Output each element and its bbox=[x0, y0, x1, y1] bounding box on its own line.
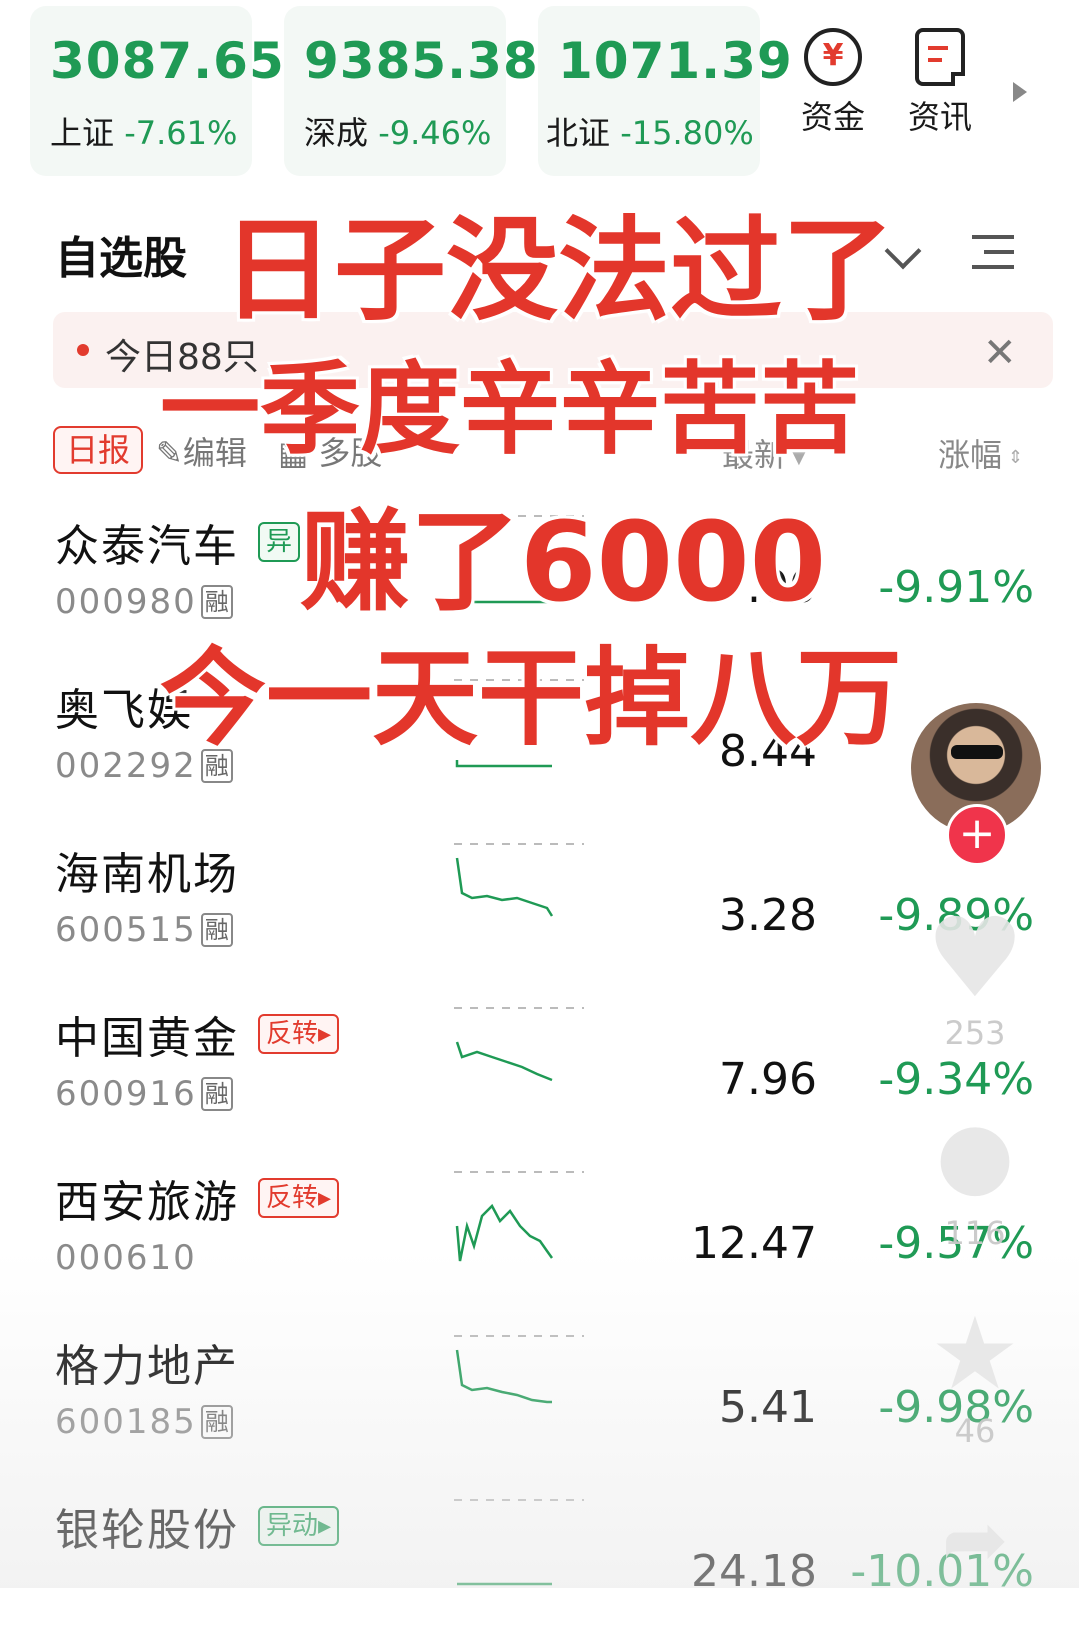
stock-code: 000610 bbox=[55, 1238, 197, 1278]
intraday-sparkline bbox=[454, 1499, 584, 1586]
stock-name: 海南机场 bbox=[55, 849, 239, 900]
sparkline-path bbox=[455, 857, 554, 917]
stock-change: -9.34% bbox=[878, 1054, 1034, 1105]
caption-line-1: 日子没法过了 bbox=[222, 206, 894, 336]
stock-tag-badge[interactable]: 反转▸ bbox=[258, 1178, 340, 1218]
sparkline-path bbox=[455, 1349, 552, 1404]
watchlist-title[interactable]: 自选股 bbox=[55, 222, 187, 286]
index-value: 9385.38 bbox=[304, 32, 539, 90]
index-value: 1071.39 bbox=[558, 32, 793, 90]
column-change[interactable]: 涨幅 ⇕ bbox=[938, 430, 1023, 476]
index-name: 深成 bbox=[304, 114, 369, 152]
close-icon[interactable]: ✕ bbox=[983, 330, 1017, 376]
stock-code: 600515 bbox=[55, 910, 197, 950]
heart-icon[interactable]: ♥ bbox=[925, 903, 1025, 1013]
index-change: -7.61% bbox=[124, 114, 238, 152]
stock-code: 600916 bbox=[55, 1074, 197, 1114]
index-card-beijing[interactable]: 1071.39 北证 -15.80% bbox=[538, 6, 792, 176]
index-name: 上证 bbox=[50, 114, 115, 152]
share-icon[interactable]: ➦ bbox=[925, 1500, 1025, 1580]
intraday-sparkline bbox=[454, 1335, 584, 1404]
stock-price: 7.96 bbox=[719, 1054, 817, 1105]
comment-icon[interactable]: ● bbox=[925, 1110, 1025, 1200]
stock-name: 中国黄金 bbox=[55, 1013, 239, 1064]
comments-count: 116 bbox=[944, 1214, 1006, 1252]
scroll-right-arrow-icon[interactable] bbox=[1013, 82, 1027, 102]
stock-price: 3.28 bbox=[719, 890, 817, 941]
follow-button[interactable]: + bbox=[946, 804, 1008, 866]
stock-row[interactable]: 海南机场 600515 融 3.28 -9.89% bbox=[0, 828, 1079, 992]
stock-price: 12.47 bbox=[691, 1218, 817, 1269]
index-card-shenzhen[interactable]: 9385.38 深成 -9.46% bbox=[284, 6, 538, 176]
sort-icon: ⇕ bbox=[1008, 446, 1024, 468]
index-card-shanghai[interactable]: 3087.65 上证 -7.61% bbox=[30, 6, 284, 176]
notice-dot bbox=[77, 344, 89, 356]
stock-row[interactable]: 西安旅游 反转▸ 000610 12.47 -9.57% bbox=[0, 1156, 1079, 1320]
stock-row[interactable]: 格力地产 600185 融 5.41 -9.98% bbox=[0, 1320, 1079, 1484]
intraday-sparkline bbox=[454, 1171, 584, 1262]
stock-code-line: 600515 融 bbox=[55, 910, 233, 950]
stock-change: -9.91% bbox=[878, 562, 1034, 613]
stock-tag-badge[interactable]: 异动▸ bbox=[258, 1506, 340, 1546]
yen-icon: ¥ bbox=[804, 28, 862, 86]
index-name: 北证 bbox=[546, 114, 611, 152]
margin-badge: 融 bbox=[200, 913, 233, 947]
document-icon bbox=[915, 28, 965, 86]
stock-row[interactable]: 银轮股份 异动▸ 24.18 -10.01% bbox=[0, 1484, 1079, 1648]
stock-name: 格力地产 bbox=[55, 1341, 239, 1392]
caption-line-4: 今一天干掉八万 bbox=[160, 637, 902, 760]
likes-count: 253 bbox=[944, 1014, 1006, 1052]
stock-price: 5.41 bbox=[719, 1382, 817, 1433]
sparkline-path bbox=[455, 1203, 554, 1262]
caption-line-2: 一季度辛辛苦苦 bbox=[160, 351, 860, 468]
funds-label: 资金 bbox=[800, 98, 865, 136]
index-change: -9.46% bbox=[378, 114, 492, 152]
index-value: 3087.65 bbox=[50, 32, 285, 90]
margin-badge: 融 bbox=[200, 1405, 233, 1439]
stock-tag-badge[interactable]: 反转▸ bbox=[258, 1014, 340, 1054]
stock-name: 银轮股份 bbox=[55, 1505, 239, 1556]
stock-name: 西安旅游 bbox=[55, 1177, 239, 1228]
stock-name: 众泰汽车 bbox=[55, 521, 239, 572]
stock-row[interactable]: 中国黄金 反转▸ 600916 融 7.96 -9.34% bbox=[0, 992, 1079, 1156]
index-change: -15.80% bbox=[620, 114, 754, 152]
news-label: 资讯 bbox=[907, 98, 972, 136]
intraday-sparkline bbox=[454, 843, 584, 917]
margin-badge: 融 bbox=[200, 1077, 233, 1111]
news-button[interactable]: 资讯 bbox=[895, 28, 985, 138]
stock-code-line: 000610 bbox=[55, 1238, 197, 1278]
intraday-sparkline bbox=[454, 1007, 584, 1082]
stock-code-line: 600916 融 bbox=[55, 1074, 233, 1114]
column-change-label: 涨幅 bbox=[938, 436, 1003, 474]
caption-line-3: 赚了6000 bbox=[300, 498, 827, 626]
favorites-count: 46 bbox=[954, 1412, 996, 1450]
stock-tag-badge[interactable]: 异 bbox=[258, 522, 301, 562]
sparkline-path bbox=[455, 1041, 553, 1082]
menu-icon[interactable] bbox=[972, 235, 1014, 280]
star-icon[interactable]: ★ bbox=[925, 1304, 1025, 1404]
sunglasses-shape bbox=[951, 745, 1003, 759]
daily-report-button[interactable]: 日报 bbox=[53, 426, 143, 474]
stock-code: 600185 bbox=[55, 1402, 197, 1442]
funds-button[interactable]: ¥ 资金 bbox=[788, 28, 878, 138]
stock-code-line: 600185 融 bbox=[55, 1402, 233, 1442]
stock-price: 24.18 bbox=[691, 1546, 817, 1597]
